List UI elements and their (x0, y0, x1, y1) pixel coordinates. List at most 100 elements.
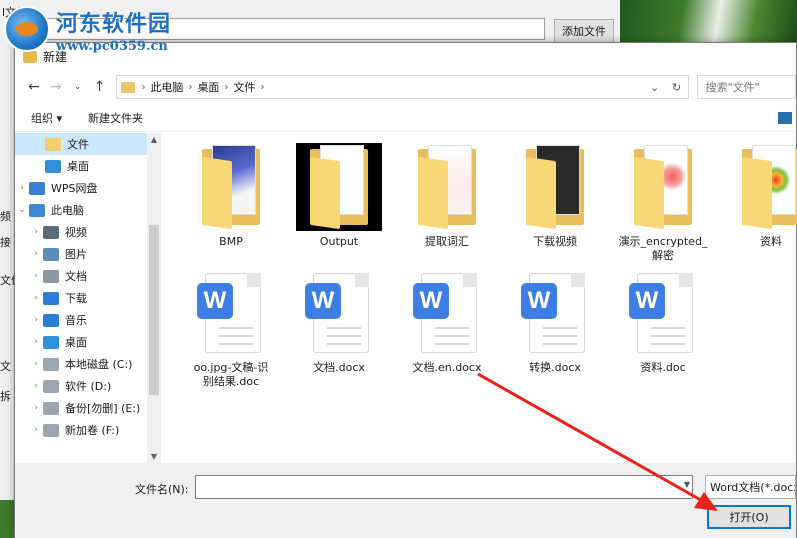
address-dropdown-icon[interactable]: ⌄ (644, 81, 666, 94)
file-name: 资料.doc (640, 361, 686, 374)
address-bar[interactable]: › 此电脑 › 桌面 › 文件 › ⌄ ↻ (116, 75, 689, 99)
file-item-convert[interactable]: W 转换.docx (505, 271, 605, 375)
folder-name: BMP (219, 235, 243, 248)
filename-dropdown-icon[interactable]: ▼ (684, 480, 690, 489)
download-icon (43, 291, 59, 305)
document-icon (43, 269, 59, 283)
expand-chevron-icon[interactable]: › (29, 315, 43, 325)
expand-chevron-icon[interactable]: › (29, 271, 43, 281)
file-item-document-en[interactable]: W 文档.en.docx (397, 271, 497, 375)
parent-label-1: 频 (0, 210, 11, 223)
expand-chevron-icon[interactable]: › (29, 293, 43, 303)
sidebar-item[interactable]: › WPS网盘 (15, 177, 161, 199)
parent-label-5: 拆 (0, 390, 11, 403)
folder-item-demo-decrypt[interactable]: 演示_encrypted_ 解密 (613, 143, 713, 263)
navigation-pane: 文件 桌面 › WPS网盘 ⌄ 此电脑 › 视频 › 图片 › 文档 › 下载 › 音乐 › 桌面 › 本地磁盘 (C… (15, 133, 161, 463)
file-name: 文档.docx (313, 361, 365, 374)
up-arrow-icon[interactable]: ↑ (89, 76, 111, 98)
sidebar-item[interactable]: › 文档 (15, 265, 161, 287)
breadcrumb-desktop[interactable]: 桌面 (192, 79, 224, 95)
wps-word-icon: W (197, 271, 265, 357)
wps-word-icon: W (305, 271, 373, 357)
sidebar-scrollbar[interactable]: ▲ ▼ (147, 133, 161, 463)
picture-icon (43, 247, 59, 261)
folder-name: Output (319, 235, 359, 248)
sidebar-item-label: WPS网盘 (51, 182, 98, 195)
sidebar-item[interactable]: › 备份[勿删] (E:) (15, 397, 161, 419)
expand-chevron-icon[interactable]: › (29, 381, 43, 391)
expand-chevron-icon[interactable]: › (15, 183, 29, 193)
breadcrumb-this-pc[interactable]: 此电脑 (145, 79, 188, 95)
sidebar-item-label: 备份[勿删] (E:) (65, 402, 141, 415)
sidebar-item-label: 软件 (D:) (65, 380, 112, 393)
scroll-down-icon[interactable]: ▼ (147, 452, 161, 461)
search-input[interactable]: 搜索"文件" (696, 75, 797, 99)
wps-word-icon: W (413, 271, 481, 357)
file-name: 文档.en.docx (412, 361, 482, 374)
wps-word-icon: W (629, 271, 697, 357)
folder-item-materials[interactable]: 资料 (721, 143, 797, 249)
sidebar-item[interactable]: 文件 (15, 133, 161, 155)
folder-item-bmp[interactable]: BMP (181, 143, 281, 249)
expand-chevron-icon[interactable]: › (29, 337, 43, 347)
sidebar-item-label: 文档 (65, 270, 87, 283)
folder-item-output[interactable]: Output (289, 143, 389, 249)
folder-name: 提取词汇 (425, 235, 469, 248)
drive-icon (43, 357, 59, 371)
sidebar-item[interactable]: › 本地磁盘 (C:) (15, 353, 161, 375)
file-type-select[interactable]: Word文档(*.docx (705, 475, 796, 499)
folder-item-download-video[interactable]: 下载视频 (505, 143, 605, 249)
expand-chevron-icon[interactable]: › (29, 403, 43, 413)
sidebar-item-label: 本地磁盘 (C:) (65, 358, 133, 371)
sidebar-item[interactable]: › 新加卷 (F:) (15, 419, 161, 441)
sidebar-item-label: 视频 (65, 226, 87, 239)
expand-chevron-icon[interactable]: › (29, 359, 43, 369)
expand-chevron-icon[interactable]: › (29, 425, 43, 435)
site-watermark: 河东软件园 www.pc0359.cn (4, 6, 171, 54)
folder-icon (628, 143, 698, 231)
back-arrow-icon[interactable]: ← (23, 76, 45, 98)
recent-locations-chevron-icon[interactable]: ⌄ (67, 76, 89, 98)
desktop-wallpaper (620, 0, 797, 44)
folder-icon (45, 137, 61, 151)
refresh-icon[interactable]: ↻ (666, 81, 688, 94)
file-item-oo-jpg[interactable]: W oo.jpg-文稿-识 别结果.doc (181, 271, 281, 389)
file-item-materials-doc[interactable]: W 资料.doc (613, 271, 713, 375)
expand-chevron-icon[interactable]: ⌄ (15, 205, 29, 215)
open-button[interactable]: 打开(O) (707, 505, 791, 529)
folder-icon (296, 143, 382, 231)
folder-item-extract-words[interactable]: 提取词汇 (397, 143, 497, 249)
filename-label: 文件名(N): (135, 483, 189, 496)
sidebar-item[interactable]: › 下载 (15, 287, 161, 309)
expand-chevron-icon[interactable]: › (29, 227, 43, 237)
sidebar-item[interactable]: › 图片 (15, 243, 161, 265)
expand-chevron-icon[interactable]: › (29, 249, 43, 259)
file-item-document[interactable]: W 文档.docx (289, 271, 389, 375)
sidebar-item[interactable]: 桌面 (15, 155, 161, 177)
sidebar-item[interactable]: › 软件 (D:) (15, 375, 161, 397)
sidebar-item-label: 此电脑 (51, 204, 84, 217)
scroll-thumb[interactable] (149, 225, 159, 395)
music-icon (43, 313, 59, 327)
desktop-icon (45, 159, 61, 173)
dialog-footer: 文件名(N): ▼ Word文档(*.docx 打开(O) (15, 463, 796, 538)
cloud-icon (29, 181, 45, 195)
forward-arrow-icon[interactable]: → (45, 76, 67, 98)
sidebar-item-label: 图片 (65, 248, 87, 261)
folder-icon (736, 143, 797, 231)
file-name: oo.jpg-文稿-识 别结果.doc (193, 361, 269, 388)
add-file-button[interactable]: 添加文件 (554, 19, 614, 43)
organize-menu[interactable]: 组织 ▾ (31, 110, 62, 126)
file-list: BMP Output 提取词汇 下载视频 演示_encrypted_ 解密 资料… (163, 133, 797, 463)
new-folder-button[interactable]: 新建文件夹 (88, 110, 143, 126)
sidebar-item[interactable]: › 视频 (15, 221, 161, 243)
sidebar-item-label: 桌面 (65, 336, 87, 349)
sidebar-item[interactable]: › 音乐 (15, 309, 161, 331)
view-options-icon[interactable] (778, 111, 792, 124)
sidebar-item[interactable]: › 桌面 (15, 331, 161, 353)
breadcrumb-folder[interactable]: 文件 (228, 79, 260, 95)
drive-icon (43, 379, 59, 393)
sidebar-item[interactable]: ⌄ 此电脑 (15, 199, 161, 221)
filename-input[interactable]: ▼ (195, 475, 693, 499)
scroll-up-icon[interactable]: ▲ (147, 135, 161, 144)
